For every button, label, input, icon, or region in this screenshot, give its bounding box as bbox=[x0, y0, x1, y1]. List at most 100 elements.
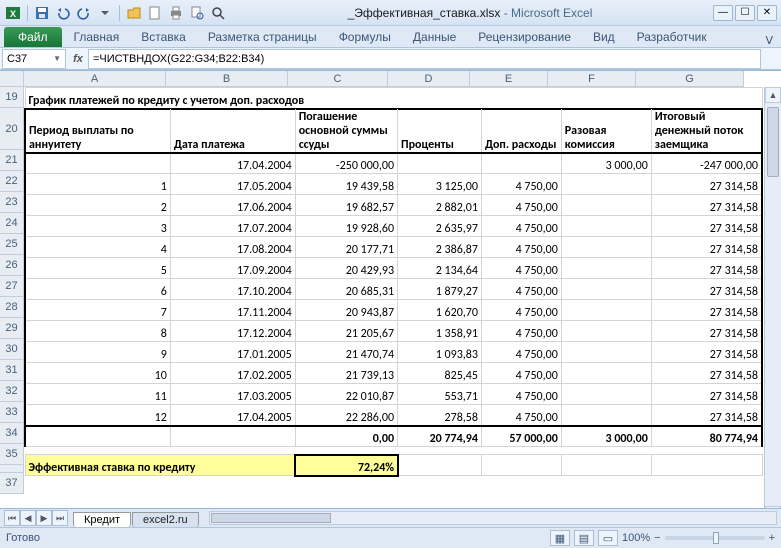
cell[interactable] bbox=[25, 153, 170, 174]
header-cashflow[interactable]: Итоговый денежный поток заемщика bbox=[651, 109, 762, 153]
tab-nav-prev-icon[interactable]: ◀ bbox=[20, 510, 36, 526]
cell[interactable]: 4 750,00 bbox=[481, 321, 561, 342]
cell[interactable]: 27 314,58 bbox=[651, 321, 762, 342]
cell[interactable]: 4 750,00 bbox=[481, 195, 561, 216]
col-header[interactable]: B bbox=[166, 71, 288, 87]
cell[interactable]: 27 314,58 bbox=[651, 258, 762, 279]
horizontal-scrollbar[interactable] bbox=[209, 511, 777, 525]
print-preview-icon[interactable] bbox=[188, 4, 206, 22]
zoom-level[interactable]: 100% bbox=[622, 532, 650, 544]
cell[interactable]: 21 470,74 bbox=[295, 342, 397, 363]
view-pagebreak-icon[interactable]: ▭ bbox=[598, 530, 618, 546]
fx-icon[interactable]: fx bbox=[68, 53, 88, 65]
zoom-out-button[interactable]: − bbox=[654, 532, 660, 544]
tab-nav-first-icon[interactable]: ⏮ bbox=[4, 510, 20, 526]
cell[interactable]: 22 010,87 bbox=[295, 384, 397, 405]
cell[interactable] bbox=[561, 279, 651, 300]
cell[interactable]: 17.01.2005 bbox=[170, 342, 295, 363]
result-value-active-cell[interactable]: 72,24% bbox=[295, 455, 397, 476]
tab-nav-next-icon[interactable]: ▶ bbox=[36, 510, 52, 526]
header-principal[interactable]: Погашение основной суммы ссуды bbox=[295, 109, 397, 153]
zoom-slider[interactable] bbox=[665, 536, 765, 540]
cell[interactable]: 17.04.2004 bbox=[170, 153, 295, 174]
cell[interactable]: 27 314,58 bbox=[651, 195, 762, 216]
undo-icon[interactable] bbox=[54, 4, 72, 22]
table-title[interactable]: График платежей по кредиту с учетом доп.… bbox=[25, 88, 762, 109]
cell[interactable]: 4 750,00 bbox=[481, 237, 561, 258]
cell[interactable]: 17.09.2004 bbox=[170, 258, 295, 279]
cell[interactable]: 17.12.2004 bbox=[170, 321, 295, 342]
cell[interactable]: 17.03.2005 bbox=[170, 384, 295, 405]
cell[interactable]: 2 bbox=[25, 195, 170, 216]
sheet-tab[interactable]: excel2.ru bbox=[132, 512, 199, 527]
cell[interactable]: 17.05.2004 bbox=[170, 174, 295, 195]
cell[interactable]: 4 750,00 bbox=[481, 342, 561, 363]
cell[interactable]: 2 134,64 bbox=[398, 258, 482, 279]
formula-input[interactable]: =ЧИСТВНДОХ(G22:G34;B22:B34) bbox=[88, 49, 761, 69]
vertical-scrollbar[interactable]: ▲ ▼ bbox=[764, 87, 781, 522]
ribbon-collapse-icon[interactable]: ᐯ bbox=[765, 34, 781, 47]
cell[interactable]: -250 000,00 bbox=[295, 153, 397, 174]
cell[interactable]: 4 bbox=[25, 237, 170, 258]
col-header[interactable]: G bbox=[636, 71, 744, 87]
cell[interactable]: 27 314,58 bbox=[651, 300, 762, 321]
cell[interactable]: 9 bbox=[25, 342, 170, 363]
cell[interactable]: 7 bbox=[25, 300, 170, 321]
cell[interactable]: 4 750,00 bbox=[481, 384, 561, 405]
cell[interactable]: 27 314,58 bbox=[651, 237, 762, 258]
cell[interactable]: 17.10.2004 bbox=[170, 279, 295, 300]
cell[interactable]: 6 bbox=[25, 279, 170, 300]
cell[interactable]: 20 685,31 bbox=[295, 279, 397, 300]
cell[interactable] bbox=[561, 237, 651, 258]
cell[interactable]: 19 682,57 bbox=[295, 195, 397, 216]
col-header[interactable]: A bbox=[24, 71, 166, 87]
cell[interactable] bbox=[561, 363, 651, 384]
cell[interactable] bbox=[561, 258, 651, 279]
maximize-button[interactable]: ☐ bbox=[735, 5, 755, 21]
new-icon[interactable] bbox=[146, 4, 164, 22]
scroll-thumb[interactable] bbox=[767, 107, 779, 177]
cell[interactable]: 1 879,27 bbox=[398, 279, 482, 300]
cell[interactable]: 1 bbox=[25, 174, 170, 195]
cell[interactable]: 1 093,83 bbox=[398, 342, 482, 363]
cell[interactable]: 27 314,58 bbox=[651, 384, 762, 405]
save-icon[interactable] bbox=[33, 4, 51, 22]
cell[interactable]: 19 439,58 bbox=[295, 174, 397, 195]
view-normal-icon[interactable]: ▦ bbox=[550, 530, 570, 546]
close-button[interactable]: ✕ bbox=[757, 5, 777, 21]
cell[interactable]: 5 bbox=[25, 258, 170, 279]
select-all-corner[interactable] bbox=[0, 71, 24, 87]
cell[interactable] bbox=[561, 195, 651, 216]
col-header[interactable]: D bbox=[388, 71, 470, 87]
zoom-in-button[interactable]: + bbox=[769, 532, 775, 544]
minimize-button[interactable]: — bbox=[713, 5, 733, 21]
cell[interactable]: 11 bbox=[25, 384, 170, 405]
cell[interactable] bbox=[561, 321, 651, 342]
ribbon-tab-view[interactable]: Вид bbox=[583, 27, 625, 47]
cell[interactable]: 4 750,00 bbox=[481, 279, 561, 300]
cell[interactable]: 4 750,00 bbox=[481, 174, 561, 195]
cell[interactable]: 4 750,00 bbox=[481, 300, 561, 321]
cell[interactable]: 27 314,58 bbox=[651, 342, 762, 363]
cell[interactable]: 17.04.2005 bbox=[170, 405, 295, 426]
cell[interactable]: 17.06.2004 bbox=[170, 195, 295, 216]
name-box[interactable]: C37▼ bbox=[2, 49, 66, 69]
cell[interactable]: 19 928,60 bbox=[295, 216, 397, 237]
cell[interactable]: 17.11.2004 bbox=[170, 300, 295, 321]
view-pagelayout-icon[interactable]: ▤ bbox=[574, 530, 594, 546]
cell[interactable]: 21 739,13 bbox=[295, 363, 397, 384]
cell[interactable]: 20 943,87 bbox=[295, 300, 397, 321]
cell[interactable] bbox=[561, 384, 651, 405]
result-label[interactable]: Эффективная ставка по кредиту bbox=[25, 455, 295, 476]
open-icon[interactable] bbox=[125, 4, 143, 22]
cell[interactable]: 21 205,67 bbox=[295, 321, 397, 342]
file-tab[interactable]: Файл bbox=[4, 27, 62, 47]
excel-icon[interactable]: X bbox=[4, 4, 22, 22]
col-header[interactable]: E bbox=[470, 71, 548, 87]
cell[interactable] bbox=[481, 153, 561, 174]
header-date[interactable]: Дата платежа bbox=[170, 109, 295, 153]
hscroll-thumb[interactable] bbox=[211, 513, 331, 523]
cell[interactable]: 27 314,58 bbox=[651, 405, 762, 426]
cell[interactable] bbox=[561, 405, 651, 426]
tab-nav-last-icon[interactable]: ⏭ bbox=[52, 510, 68, 526]
